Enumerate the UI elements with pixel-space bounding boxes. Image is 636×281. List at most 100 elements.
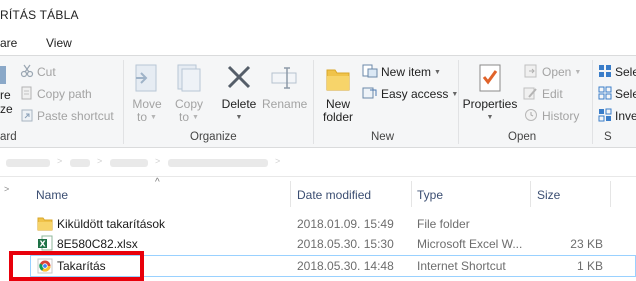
history-label: History	[542, 109, 580, 123]
organize-group-label: Organize	[190, 131, 237, 143]
breadcrumb-segment[interactable]	[168, 159, 268, 167]
select-none-icon	[598, 86, 612, 100]
ribbon: re ze Cut Copy path Paste shortcut ard M…	[0, 55, 636, 148]
column-separator[interactable]	[411, 181, 412, 207]
breadcrumb-segment[interactable]	[6, 159, 50, 167]
expand-chevron-icon[interactable]: >	[4, 184, 9, 194]
select-group-label: S	[604, 131, 612, 143]
easy-access-button[interactable]: Easy access ▼	[362, 86, 458, 101]
chevron-right-icon: >	[275, 156, 281, 166]
select-none-button[interactable]: Sele	[598, 86, 636, 101]
select-none-label: Sele	[615, 87, 636, 101]
paste-icon	[0, 66, 6, 84]
clipboard-group-label: ard	[0, 131, 17, 143]
column-separator[interactable]	[530, 181, 531, 207]
column-header-date[interactable]: Date modified	[297, 188, 371, 214]
chevron-right-icon: >	[97, 156, 103, 166]
copy-to-button[interactable]: Copy to ▼	[173, 62, 205, 124]
clipboard-fragment: re	[0, 88, 11, 102]
copy-path-button[interactable]: Copy path	[20, 86, 92, 101]
new-folder-button[interactable]: New folder	[320, 62, 356, 123]
svg-text:X: X	[40, 240, 47, 249]
delete-label: Delete	[221, 97, 257, 111]
properties-label: Properties	[462, 97, 518, 111]
open-group-label: Open	[508, 131, 537, 143]
easy-access-label: Easy access	[381, 87, 449, 101]
new-folder-label-2: folder	[322, 110, 354, 124]
move-to-icon	[135, 64, 157, 92]
move-to-button[interactable]: Move to ▼	[131, 62, 163, 124]
easy-access-icon	[362, 87, 377, 99]
new-item-label: New item	[381, 65, 432, 79]
file-name: 8E580C82.xlsx	[57, 237, 138, 251]
file-type: Internet Shortcut	[417, 259, 506, 273]
column-header-size[interactable]: Size	[537, 188, 560, 214]
tab-view[interactable]: View	[46, 36, 72, 50]
tab-share[interactable]: are	[0, 36, 17, 50]
new-item-button[interactable]: New item ▼	[362, 64, 441, 79]
breadcrumb-segment[interactable]	[70, 159, 90, 167]
file-type: File folder	[417, 217, 470, 231]
column-separator[interactable]	[610, 181, 611, 207]
file-date: 2018.01.09. 15:49	[297, 217, 394, 231]
address-bar[interactable]: > > > >	[0, 149, 636, 177]
file-size: 1 KB	[576, 259, 603, 273]
open-icon	[524, 64, 537, 78]
rename-label: Rename	[262, 97, 308, 111]
copy-path-icon	[21, 86, 32, 100]
red-highlight-box	[9, 251, 144, 281]
select-all-label: Sele	[615, 65, 636, 79]
excel-file-icon: X	[38, 235, 53, 251]
clipboard-fragment-2: ze	[0, 102, 13, 116]
chevron-right-icon: >	[155, 156, 161, 166]
copy-to-label-2: to	[179, 110, 190, 124]
column-header-type[interactable]: Type	[417, 188, 443, 214]
file-name: Kiküldött takarítások	[57, 217, 166, 231]
file-type: Microsoft Excel W...	[417, 237, 523, 251]
rename-icon	[271, 67, 297, 89]
invert-selection-button[interactable]: Inve	[598, 108, 636, 123]
group-separator	[592, 60, 593, 144]
group-separator	[123, 60, 124, 144]
group-separator	[458, 60, 459, 144]
rename-button[interactable]: Rename	[262, 62, 308, 111]
file-size: 23 KB	[570, 237, 603, 251]
group-separator	[313, 60, 314, 144]
copy-to-label: Copy	[174, 97, 203, 111]
file-row[interactable]: Kiküldött takarítások 2018.01.09. 15:49 …	[0, 213, 636, 235]
edit-label: Edit	[542, 87, 563, 101]
history-button[interactable]: History	[523, 108, 579, 123]
open-label: Open	[542, 65, 572, 79]
cut-label: Cut	[37, 65, 56, 79]
delete-button[interactable]: Delete ▼	[220, 62, 258, 124]
invert-selection-label: Inve	[615, 109, 636, 123]
open-button[interactable]: Open ▼	[523, 64, 581, 79]
edit-pencil-icon	[523, 87, 537, 100]
paste-shortcut-button[interactable]: Paste shortcut	[20, 108, 114, 123]
column-separator[interactable]	[290, 181, 291, 207]
title-bar: RÍTÁS TÁBLA	[0, 0, 636, 30]
move-to-label: Move	[132, 97, 162, 111]
folder-icon	[37, 217, 53, 231]
edit-button[interactable]: Edit	[523, 86, 563, 101]
file-date: 2018.05.30. 15:30	[297, 237, 394, 251]
chevron-right-icon: >	[57, 156, 63, 166]
paste-shortcut-label: Paste shortcut	[37, 109, 114, 123]
column-header-name[interactable]: Name	[36, 188, 68, 214]
breadcrumb-segment[interactable]	[110, 159, 148, 167]
scissors-icon	[20, 64, 34, 78]
properties-button[interactable]: Properties ▼	[462, 62, 518, 124]
new-folder-label: New	[325, 97, 350, 111]
history-clock-icon	[525, 109, 537, 121]
copy-to-icon	[177, 64, 201, 92]
invert-selection-icon	[598, 108, 612, 122]
new-item-icon	[362, 64, 378, 78]
sort-ascending-icon: ^	[155, 177, 160, 188]
select-all-icon	[599, 65, 611, 77]
select-all-button[interactable]: Sele	[598, 64, 636, 79]
new-group-label: New	[371, 131, 395, 143]
paste-shortcut-icon	[21, 109, 33, 122]
cut-button[interactable]: Cut	[20, 64, 56, 79]
copy-path-label: Copy path	[37, 87, 92, 101]
new-folder-icon	[326, 69, 350, 91]
